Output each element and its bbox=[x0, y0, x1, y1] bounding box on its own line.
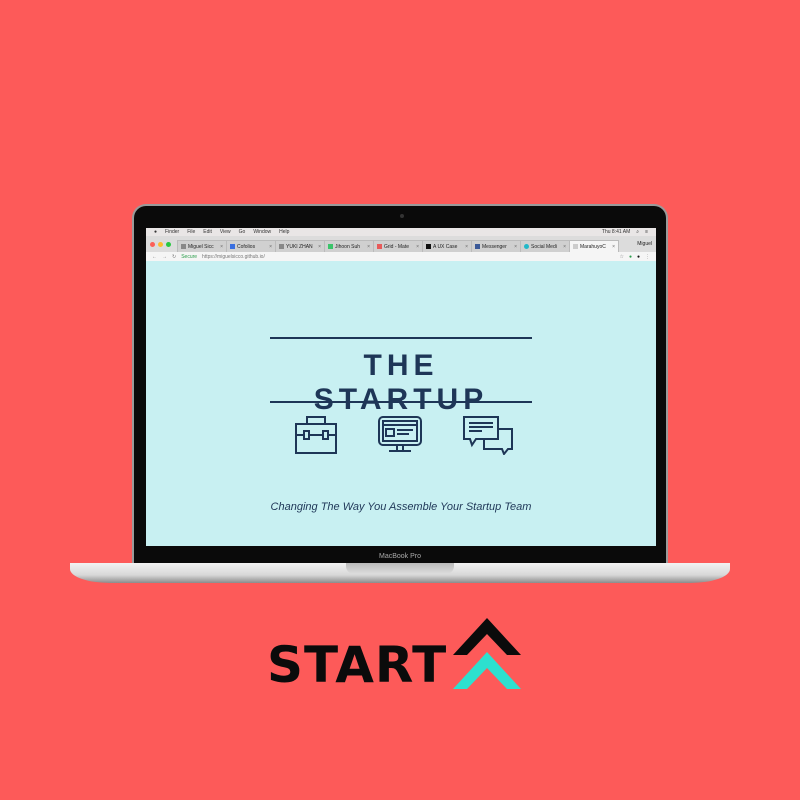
menu-window[interactable]: Window bbox=[253, 229, 271, 235]
browser-tab[interactable]: A UX Case × bbox=[422, 240, 472, 252]
close-tab-icon[interactable]: × bbox=[269, 244, 272, 250]
extension-icon[interactable]: ● bbox=[637, 254, 640, 260]
browser-tab[interactable]: Cofolios × bbox=[226, 240, 276, 252]
close-tab-icon[interactable]: × bbox=[612, 244, 615, 250]
site-icon bbox=[377, 244, 382, 249]
double-chevron-up-icon bbox=[453, 618, 522, 689]
page-icon bbox=[573, 244, 578, 249]
back-icon[interactable]: ← bbox=[152, 254, 157, 260]
briefcase-icon bbox=[295, 416, 337, 454]
cofolios-icon bbox=[230, 244, 235, 249]
menu-help[interactable]: Help bbox=[279, 229, 289, 235]
laptop-screen: ● Finder File Edit View Go Window Help T… bbox=[146, 228, 656, 546]
url-text[interactable]: https://miguelsicco.github.io/ bbox=[202, 254, 265, 260]
logo-text: START bbox=[267, 636, 448, 694]
browser-tab[interactable]: Social Medi × bbox=[520, 240, 570, 252]
forward-icon[interactable]: → bbox=[162, 254, 167, 260]
menu-go[interactable]: Go bbox=[239, 229, 246, 235]
start-logo: START bbox=[267, 618, 523, 690]
browser-tab[interactable]: Messenger × bbox=[471, 240, 521, 252]
menu-edit[interactable]: Edit bbox=[203, 229, 212, 235]
star-icon[interactable]: ☆ bbox=[619, 254, 623, 260]
close-tab-icon[interactable]: × bbox=[318, 244, 321, 250]
chat-bubbles-icon bbox=[463, 416, 513, 455]
browser-tab[interactable]: Jihoon Suh × bbox=[324, 240, 374, 252]
laptop-lid: ● Finder File Edit View Go Window Help T… bbox=[132, 204, 668, 564]
page-tagline: Changing The Way You Assemble Your Start… bbox=[270, 501, 532, 513]
extension-icon[interactable]: ● bbox=[629, 254, 632, 260]
browser-tab[interactable]: Miguel Sicc × bbox=[177, 240, 227, 252]
site-icon bbox=[328, 244, 333, 249]
laptop-base bbox=[70, 563, 730, 583]
page-content: THE STARTUP Changing The Way You Assembl… bbox=[146, 261, 656, 546]
browser-tab-active[interactable]: MarahuyoC × bbox=[569, 240, 619, 252]
menu-file[interactable]: File bbox=[187, 229, 195, 235]
menu-list-icon[interactable]: ≡ bbox=[645, 229, 648, 235]
close-tab-icon[interactable]: × bbox=[465, 244, 468, 250]
search-icon[interactable]: ⌕ bbox=[636, 229, 639, 235]
divider bbox=[270, 337, 532, 339]
close-window-button[interactable] bbox=[150, 241, 155, 247]
apple-icon[interactable]: ● bbox=[154, 229, 157, 235]
more-icon[interactable]: ⋮ bbox=[645, 254, 650, 260]
address-bar[interactable]: ← → ↻ Secure https://miguelsicco.github.… bbox=[146, 252, 656, 261]
browser-tab[interactable]: YUKI ZHAN × bbox=[275, 240, 325, 252]
menu-finder[interactable]: Finder bbox=[165, 229, 179, 235]
mac-menubar: ● Finder File Edit View Go Window Help T… bbox=[146, 228, 656, 236]
browser-tab[interactable]: Grid - Mate × bbox=[373, 240, 423, 252]
page-icon bbox=[181, 244, 186, 249]
close-tab-icon[interactable]: × bbox=[220, 244, 223, 250]
site-icon bbox=[279, 244, 284, 249]
close-tab-icon[interactable]: × bbox=[563, 244, 566, 250]
page-title: THE STARTUP bbox=[313, 349, 489, 416]
clock[interactable]: Thu 8:41 AM bbox=[602, 229, 630, 235]
window-controls bbox=[150, 241, 171, 247]
profile-button[interactable]: Miguel bbox=[637, 241, 656, 247]
laptop-notch bbox=[346, 563, 454, 574]
facebook-icon bbox=[475, 244, 480, 249]
menu-view[interactable]: View bbox=[220, 229, 231, 235]
reload-icon[interactable]: ↻ bbox=[172, 254, 176, 260]
close-tab-icon[interactable]: × bbox=[367, 244, 370, 250]
medium-icon bbox=[426, 244, 431, 249]
site-icon bbox=[524, 244, 529, 249]
monitor-icon bbox=[378, 416, 422, 452]
camera bbox=[400, 214, 404, 218]
divider bbox=[270, 401, 532, 403]
close-tab-icon[interactable]: × bbox=[416, 244, 419, 250]
minimize-window-button[interactable] bbox=[158, 241, 163, 247]
zoom-window-button[interactable] bbox=[166, 241, 171, 247]
laptop-brand-label: MacBook Pro bbox=[378, 553, 422, 560]
browser-tabbar: Miguel Sicc × Cofolios × YUKI ZHAN × Jihoon… bbox=[146, 236, 656, 252]
close-tab-icon[interactable]: × bbox=[514, 244, 517, 250]
secure-label: Secure bbox=[181, 253, 198, 260]
